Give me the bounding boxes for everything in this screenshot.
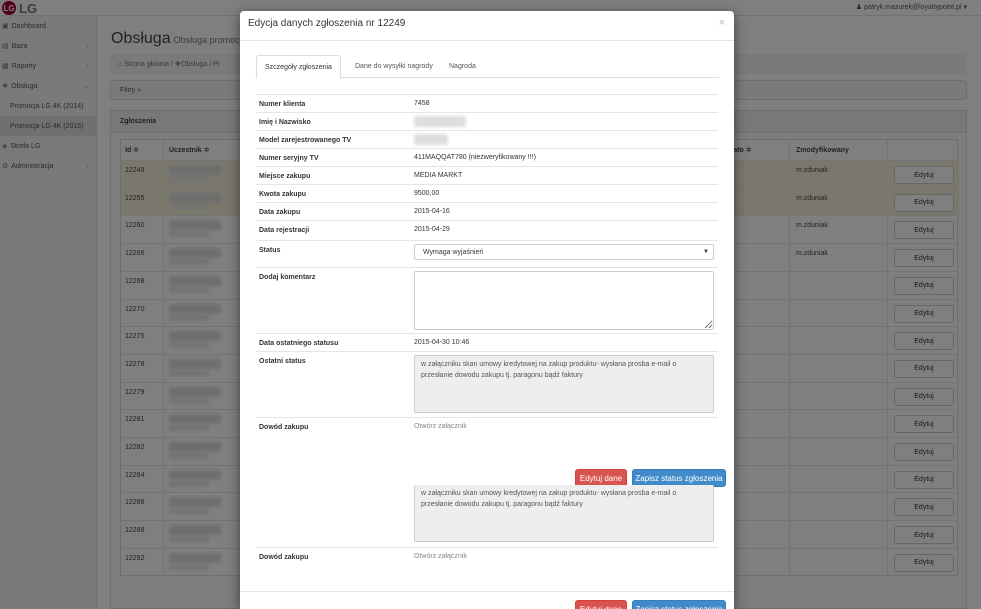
field-client-number: Numer klienta 7458 — [256, 94, 718, 112]
field-add-comment: Dodaj komentarz — [256, 267, 718, 333]
caret-down-icon: ▼ — [703, 249, 709, 255]
modal-title: Edycja danych zgłoszenia nr 12249 — [248, 18, 406, 29]
field-proof-of-purchase: Dowód zakupu Otwórz załącznik — [256, 417, 718, 435]
modal-header: Edycja danych zgłoszenia nr 12249 × — [240, 11, 734, 41]
field-full-name: Imię i Nazwisko — [256, 112, 718, 130]
open-attachment-link[interactable]: Otwórz załącznik — [414, 553, 467, 560]
field-status: Status Wymaga wyjaśnień ▼ — [256, 240, 718, 263]
modal-footer-divider — [240, 591, 734, 592]
comment-textarea[interactable] — [414, 271, 714, 330]
field-last-status-date: Data ostatniego statusu 2015-04-30 10:46 — [256, 333, 718, 351]
status-select[interactable]: Wymaga wyjaśnień ▼ — [414, 244, 714, 260]
save-status-button[interactable]: Zapisz status zgłoszenia — [632, 600, 726, 609]
field-last-status: Ostatni status w załączniku skan umowy k… — [256, 351, 718, 417]
field-proof-of-purchase: Dowód zakupu Otwórz załącznik — [256, 547, 718, 565]
last-status-text: w załączniku skan umowy kredytowej na za… — [414, 355, 714, 413]
field-tv-model: Model zarejestrowanego TV — [256, 130, 718, 148]
field-purchase-place: Miejsce zakupu MEDIA MARKT — [256, 166, 718, 184]
tab-shipping-data[interactable]: Dane do wysyłki nagrody — [347, 55, 441, 78]
redacted-value — [414, 134, 448, 145]
field-serial-number: Numer seryjny TV 411MAQQAT780 (niezweryf… — [256, 148, 718, 166]
field-purchase-date: Data zakupu 2015-04-16 — [256, 202, 718, 220]
redacted-value — [414, 116, 466, 127]
last-status-text: w załączniku skan umowy kredytowej na za… — [414, 485, 714, 542]
close-icon[interactable]: × — [719, 17, 725, 29]
edit-data-button[interactable]: Edytuj dane — [575, 600, 627, 609]
tab-reward[interactable]: Nagroda — [441, 55, 484, 78]
field-registration-date: Data rejestracji 2015-04-29 — [256, 220, 718, 240]
modal-tabs: Szczegóły zgłoszenia Dane do wysyłki nag… — [255, 55, 719, 79]
open-attachment-link[interactable]: Otwórz załącznik — [414, 423, 467, 430]
tab-submission-details[interactable]: Szczegóły zgłoszenia — [256, 55, 341, 79]
field-purchase-amount: Kwota zakupu 9500,00 — [256, 184, 718, 202]
edit-submission-modal: Edycja danych zgłoszenia nr 12249 × Szcz… — [240, 11, 734, 609]
